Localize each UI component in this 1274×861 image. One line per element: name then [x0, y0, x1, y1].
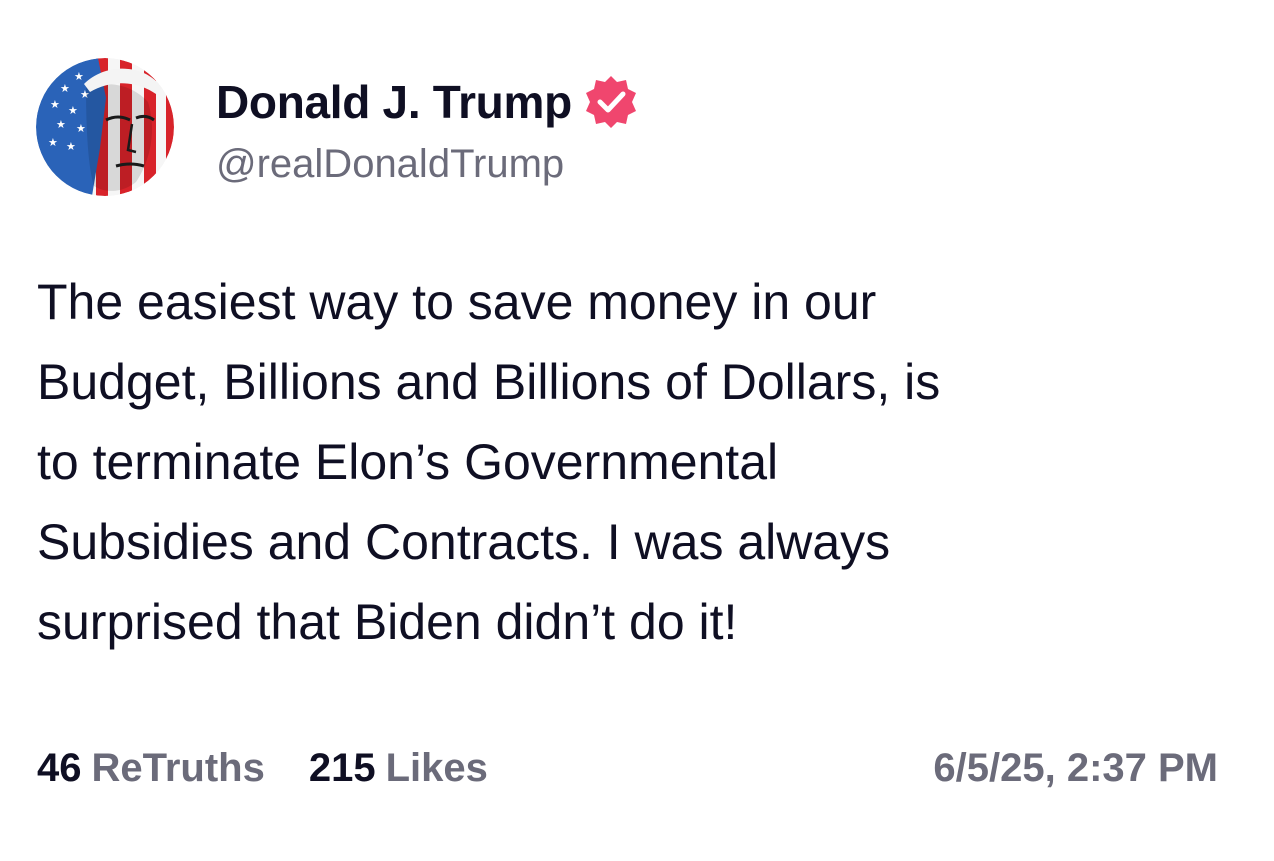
likes-count: 215 — [308, 745, 376, 790]
retruths-stat[interactable]: 46 ReTruths — [37, 746, 265, 791]
svg-text:★: ★ — [76, 122, 86, 135]
svg-text:★: ★ — [74, 70, 84, 83]
avatar[interactable]: ★ ★ ★ ★ ★ ★ ★ ★ ★ — [36, 58, 174, 196]
svg-text:★: ★ — [66, 140, 76, 153]
post-body-line: Subsidies and Contracts. I was always — [37, 514, 891, 570]
likes-stat[interactable]: 215 Likes — [309, 746, 488, 791]
svg-text:★: ★ — [68, 104, 78, 117]
post-body-line: The easiest way to save money in our — [37, 274, 877, 330]
svg-text:★: ★ — [48, 136, 58, 149]
post-body-line: surprised that Biden didn’t do it! — [37, 594, 738, 650]
likes-label: Likes — [385, 745, 488, 790]
post-card: ★ ★ ★ ★ ★ ★ ★ ★ ★ Donald J. Trump @realD… — [0, 0, 1274, 861]
svg-text:★: ★ — [56, 118, 66, 131]
avatar-image: ★ ★ ★ ★ ★ ★ ★ ★ ★ — [36, 58, 174, 196]
svg-text:★: ★ — [50, 98, 60, 111]
retruths-count: 46 — [37, 745, 82, 790]
retruths-label: ReTruths — [91, 745, 265, 790]
post-body: The easiest way to save money in our Bud… — [37, 262, 1237, 662]
post-body-line: Budget, Billions and Billions of Dollars… — [37, 354, 941, 410]
author-handle[interactable]: @realDonaldTrump — [216, 142, 564, 187]
verified-badge-icon — [582, 73, 640, 131]
post-stats: 46 ReTruths 215 Likes — [37, 738, 532, 798]
author-row: Donald J. Trump — [216, 72, 640, 132]
post-body-line: to terminate Elon’s Governmental — [37, 434, 779, 490]
post-timestamp[interactable]: 6/5/25, 2:37 PM — [933, 738, 1218, 798]
author-display-name[interactable]: Donald J. Trump — [216, 75, 572, 129]
svg-text:★: ★ — [60, 82, 70, 95]
